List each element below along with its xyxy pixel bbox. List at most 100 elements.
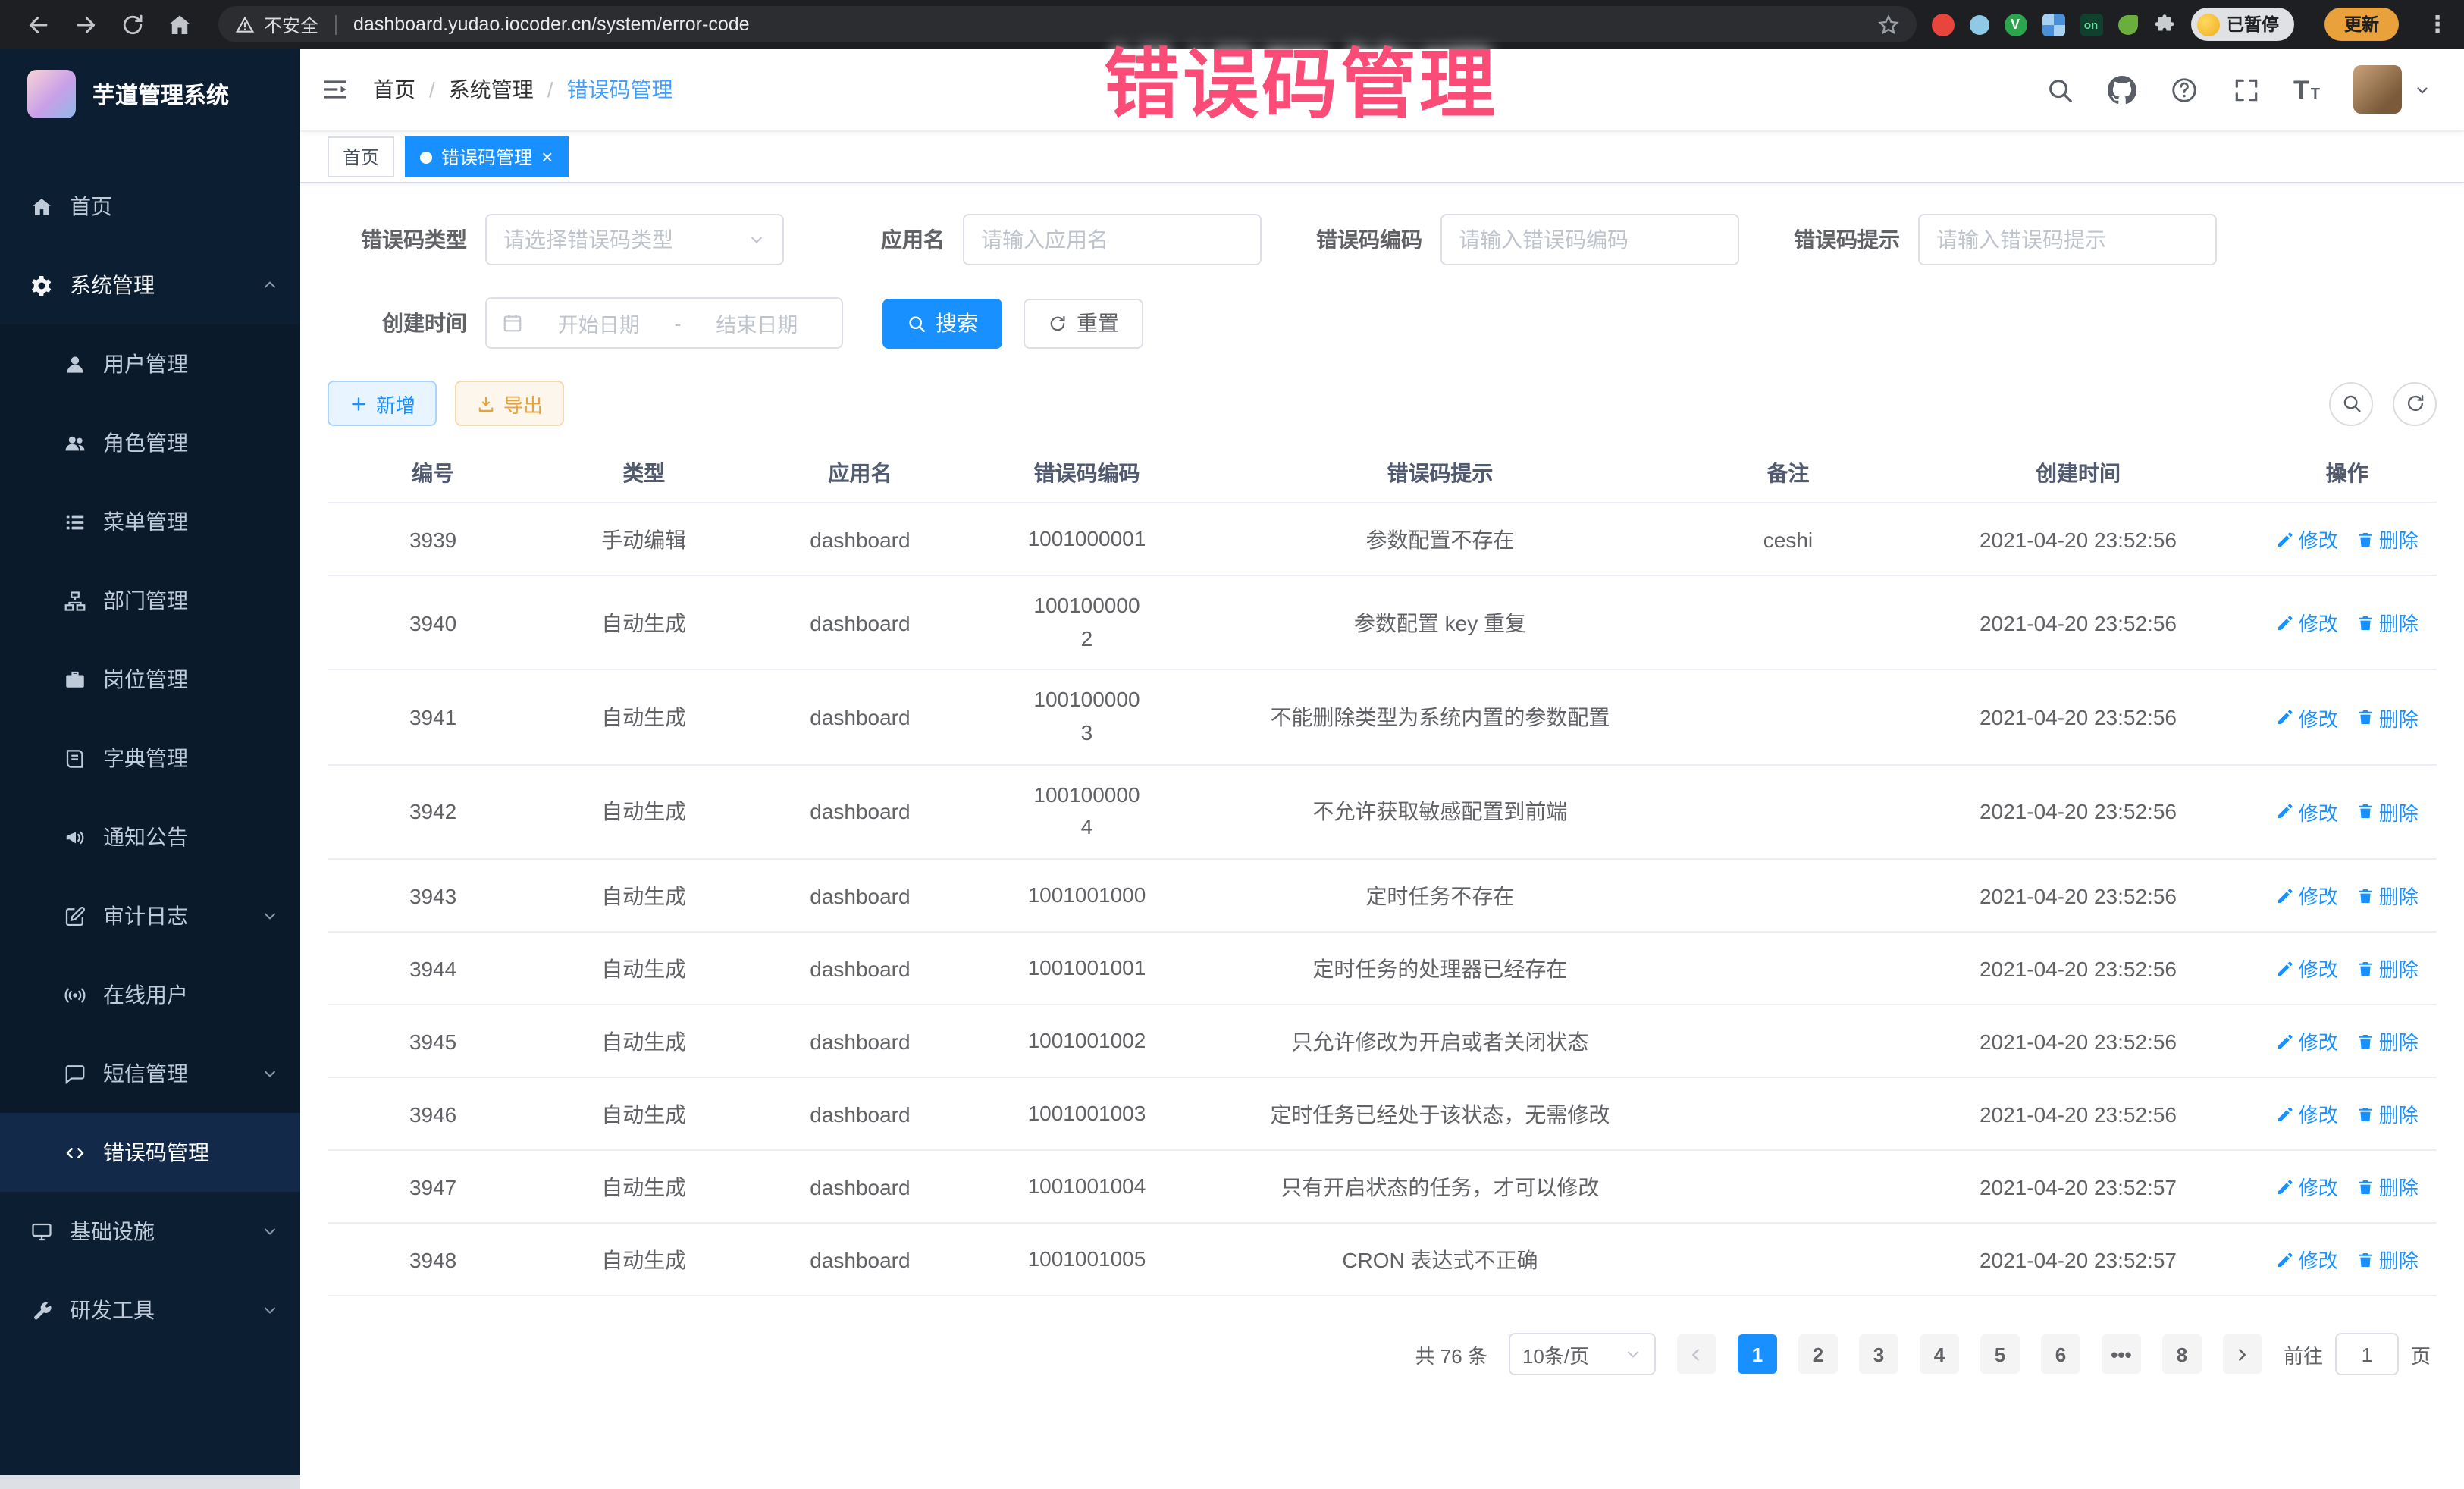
edit-link[interactable]: 修改 [2276, 881, 2338, 910]
github-icon[interactable] [2107, 75, 2136, 104]
reset-button[interactable]: 重置 [1024, 298, 1143, 348]
browser-menu-icon[interactable]: ⋮ [2426, 11, 2449, 38]
fullscreen-icon[interactable] [2231, 75, 2260, 104]
date-range-picker[interactable]: 开始日期 - 结束日期 [485, 297, 843, 349]
extension-icon-grid[interactable] [2042, 13, 2064, 36]
pager-page-8[interactable]: 8 [2162, 1334, 2202, 1374]
delete-link[interactable]: 删除 [2356, 881, 2419, 910]
error-hint-input[interactable] [1918, 214, 2217, 265]
sidebar-item-menu[interactable]: 菜单管理 [0, 482, 300, 561]
close-icon[interactable] [541, 147, 553, 167]
edit-link[interactable]: 修改 [2276, 703, 2338, 732]
address-bar[interactable]: 不安全 dashboard.yudao.iocoder.cn/system/er… [218, 6, 1916, 42]
search-toggle-button[interactable] [2329, 381, 2373, 425]
back-icon[interactable] [26, 11, 52, 37]
pager-page-1[interactable]: 1 [1738, 1334, 1777, 1374]
pager-ellipsis[interactable]: ••• [2102, 1334, 2141, 1374]
cell-time: 2021-04-20 23:52:56 [1899, 1077, 2258, 1150]
delete-link[interactable]: 删除 [2356, 798, 2419, 826]
refresh-table-button[interactable] [2393, 381, 2437, 425]
extensions-puzzle-icon[interactable] [2152, 13, 2175, 36]
font-size-icon[interactable] [2293, 77, 2320, 102]
sidebar-item-sms[interactable]: 短信管理 [0, 1034, 300, 1113]
sidebar-item-system[interactable]: 系统管理 [0, 246, 300, 324]
create-time-label: 创建时间 [328, 308, 467, 338]
extension-icon-leaf[interactable] [2118, 14, 2137, 34]
navbar-actions [2045, 65, 2431, 114]
update-button[interactable]: 更新 [2324, 8, 2399, 41]
sidebar-item-home[interactable]: 首页 [0, 167, 300, 246]
next-page-button[interactable] [2223, 1334, 2262, 1374]
goto-page-input[interactable] [2335, 1333, 2399, 1375]
export-button[interactable]: 导出 [455, 381, 564, 426]
sidebar-item-post[interactable]: 岗位管理 [0, 640, 300, 719]
home-icon[interactable] [167, 11, 193, 37]
cell-remark [1677, 765, 1898, 860]
delete-link[interactable]: 删除 [2356, 1245, 2419, 1274]
delete-link[interactable]: 删除 [2356, 954, 2419, 983]
column-header: 错误码编码 [970, 444, 1202, 503]
pager-page-6[interactable]: 6 [2041, 1334, 2080, 1374]
table-row: 3943自动生成dashboard1001001000定时任务不存在2021-0… [328, 859, 2437, 932]
error-code-input[interactable] [1440, 214, 1739, 265]
app-logo[interactable]: 芋道管理系统 [0, 49, 300, 139]
reload-icon[interactable] [120, 11, 146, 37]
edit-link[interactable]: 修改 [2276, 1172, 2338, 1201]
security-label[interactable]: 不安全 [264, 11, 318, 37]
sidebar-item-user[interactable]: 用户管理 [0, 324, 300, 403]
sidebar-item-role[interactable]: 角色管理 [0, 403, 300, 482]
edit-link[interactable]: 修改 [2276, 1099, 2338, 1128]
delete-link[interactable]: 删除 [2356, 1027, 2419, 1055]
cell-hint: 定时任务已经处于该状态，无需修改 [1202, 1077, 1677, 1150]
pager-page-5[interactable]: 5 [1980, 1334, 2020, 1374]
app-name-input[interactable] [963, 214, 1262, 265]
pager-page-4[interactable]: 4 [1920, 1334, 1959, 1374]
sidebar-item-tools[interactable]: 研发工具 [0, 1271, 300, 1350]
delete-link[interactable]: 删除 [2356, 1172, 2419, 1201]
forward-icon[interactable] [73, 11, 99, 37]
profile-chip[interactable]: 已暂停 [2190, 8, 2294, 41]
cell-hint: 只允许修改为开启或者关闭状态 [1202, 1005, 1677, 1077]
error-type-select[interactable]: 请选择错误码类型 [485, 214, 784, 265]
breadcrumb-system[interactable]: 系统管理 [449, 74, 534, 105]
delete-link[interactable]: 删除 [2356, 703, 2419, 732]
pager-page-2[interactable]: 2 [1798, 1334, 1838, 1374]
sidebar-collapse-bar[interactable] [0, 1475, 300, 1489]
extension-icon-green-v[interactable] [2004, 13, 2027, 36]
edit-link[interactable]: 修改 [2276, 798, 2338, 826]
edit-link[interactable]: 修改 [2276, 954, 2338, 983]
extension-icon-on[interactable] [2080, 13, 2102, 36]
sidebar-item-dept[interactable]: 部门管理 [0, 561, 300, 640]
prev-page-button[interactable] [1677, 1334, 1716, 1374]
search-button[interactable]: 搜索 [882, 298, 1002, 348]
sidebar-item-infra[interactable]: 基础设施 [0, 1192, 300, 1271]
tab-home[interactable]: 首页 [328, 136, 394, 177]
user-menu[interactable] [2353, 65, 2431, 114]
delete-link[interactable]: 删除 [2356, 608, 2419, 637]
edit-link[interactable]: 修改 [2276, 1027, 2338, 1055]
delete-link[interactable]: 删除 [2356, 525, 2419, 553]
bookmark-star-icon[interactable] [1876, 13, 1899, 36]
sidebar-item-notice[interactable]: 通知公告 [0, 798, 300, 876]
edit-link[interactable]: 修改 [2276, 1245, 2338, 1274]
table-row: 3940自动生成dashboard100100000 2参数配置 key 重复2… [328, 575, 2437, 670]
help-icon[interactable] [2169, 75, 2198, 104]
sidebar-item-label: 系统管理 [70, 270, 261, 300]
pager-page-3[interactable]: 3 [1859, 1334, 1898, 1374]
sidebar-item-audit[interactable]: 审计日志 [0, 876, 300, 955]
delete-link[interactable]: 删除 [2356, 1099, 2419, 1128]
extension-icon-blue[interactable] [1969, 14, 1989, 34]
hamburger-icon[interactable] [320, 74, 350, 105]
page-size-select[interactable]: 10条/页 [1509, 1333, 1656, 1375]
edit-link[interactable]: 修改 [2276, 608, 2338, 637]
extension-icon-red[interactable] [1931, 13, 1954, 36]
sidebar-item-errcode[interactable]: 错误码管理 [0, 1113, 300, 1192]
search-icon[interactable] [2045, 75, 2074, 104]
breadcrumb-home[interactable]: 首页 [373, 74, 415, 105]
tab-error-code[interactable]: 错误码管理 [405, 136, 568, 177]
sidebar-item-online[interactable]: 在线用户 [0, 955, 300, 1034]
add-button[interactable]: 新增 [328, 381, 437, 426]
sidebar-item-dict[interactable]: 字典管理 [0, 719, 300, 798]
message-icon [64, 1062, 86, 1085]
edit-link[interactable]: 修改 [2276, 525, 2338, 553]
